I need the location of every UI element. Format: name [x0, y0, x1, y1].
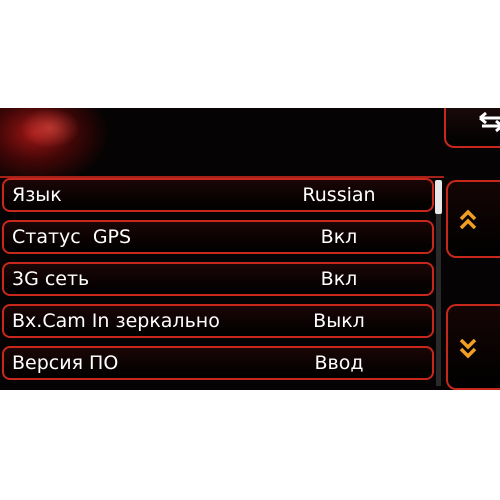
- settings-screen: Язык Russian Статус GPS Вкл 3G сеть Вкл …: [0, 108, 500, 390]
- back-button[interactable]: [444, 108, 500, 148]
- menu-item-label: Язык: [12, 184, 62, 206]
- return-arrow-icon: [476, 110, 500, 143]
- background-glow-highlight: [20, 108, 80, 148]
- menu-item-label: 3G сеть: [12, 268, 90, 290]
- menu-item-label: Статус GPS: [12, 226, 132, 248]
- scroll-down-button[interactable]: [446, 304, 500, 390]
- menu-item-language[interactable]: Язык Russian: [2, 178, 434, 212]
- menu-item-value: Выкл: [313, 310, 365, 332]
- menu-item-label: Версия ПО: [12, 352, 119, 374]
- settings-list: Язык Russian Статус GPS Вкл 3G сеть Вкл …: [0, 178, 440, 390]
- menu-item-label: Вх.Cam In зеркально: [12, 310, 220, 332]
- menu-item-value: Вкл: [320, 226, 358, 248]
- menu-item-value: Ввод: [314, 352, 364, 374]
- menu-item-camera-mirror[interactable]: Вх.Cam In зеркально Выкл: [2, 304, 434, 338]
- menu-item-gps-status[interactable]: Статус GPS Вкл: [2, 220, 434, 254]
- double-chevron-up-icon: [458, 206, 478, 236]
- menu-item-3g-network[interactable]: 3G сеть Вкл: [2, 262, 434, 296]
- scroll-up-button[interactable]: [446, 180, 500, 258]
- menu-item-software-version[interactable]: Версия ПО Ввод: [2, 346, 434, 380]
- menu-item-value: Russian: [302, 184, 376, 206]
- scrollbar-thumb[interactable]: [435, 180, 442, 214]
- menu-item-value: Вкл: [320, 268, 358, 290]
- double-chevron-down-icon: [458, 334, 478, 364]
